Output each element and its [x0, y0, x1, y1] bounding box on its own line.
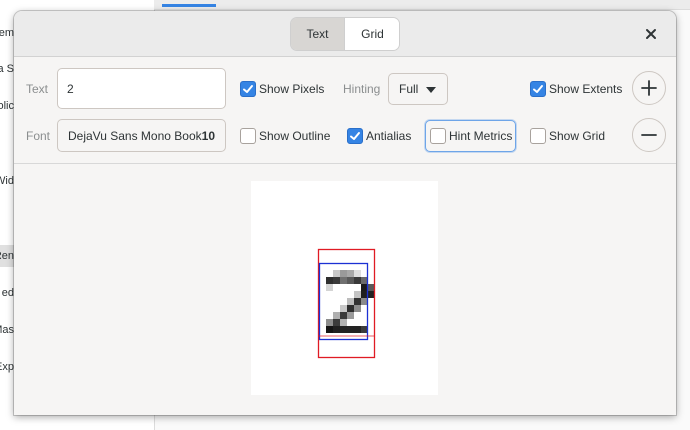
glyph-preview-area [14, 164, 676, 415]
antialias-label[interactable]: Antialias [366, 129, 411, 143]
zoom-in-button[interactable] [632, 71, 666, 105]
zoom-out-button[interactable] [632, 118, 666, 152]
background-sidebar-item: Wid [0, 175, 14, 187]
plus-icon [641, 80, 657, 96]
font-label: Font [26, 129, 51, 143]
checkmark-icon [243, 85, 253, 93]
font-chooser-button[interactable]: DejaVu Sans Mono Book 10 [57, 119, 226, 152]
hint-metrics-checkbox[interactable] [430, 128, 446, 144]
text-input[interactable]: 2 [57, 68, 226, 109]
tab-text[interactable]: Text [291, 18, 344, 50]
background-active-tab-indicator [162, 4, 216, 7]
text-label: Text [26, 82, 49, 96]
hinting-value: Full [399, 82, 419, 96]
hinting-dropdown[interactable]: Full [388, 73, 448, 105]
show-extents-checkbox[interactable] [530, 81, 546, 97]
dropdown-arrow-icon [426, 87, 436, 93]
show-grid-checkbox[interactable] [530, 128, 546, 144]
hint-metrics-label[interactable]: Hint Metrics [449, 129, 512, 143]
rendered-glyph [317, 248, 376, 359]
show-outline-checkbox[interactable] [240, 128, 256, 144]
font-name: DejaVu Sans Mono Book [68, 129, 202, 143]
show-pixels-label[interactable]: Show Pixels [259, 82, 324, 96]
show-grid-label[interactable]: Show Grid [549, 129, 605, 143]
controls-panel: Text 2 Show Pixels Hinting Full Show Ext… [14, 57, 676, 164]
background-sidebar-item: em [0, 27, 14, 39]
background-sidebar-item: ed [1, 287, 14, 299]
show-outline-label[interactable]: Show Outline [259, 129, 330, 143]
glyph-canvas [251, 181, 438, 395]
checkmark-icon [533, 85, 543, 93]
background-sidebar-item: olic [0, 100, 14, 112]
font-size: 10 [201, 129, 215, 143]
antialias-checkbox[interactable] [347, 128, 363, 144]
close-button[interactable] [640, 23, 662, 45]
background-sidebar-item: Mas [0, 324, 14, 336]
show-extents-label[interactable]: Show Extents [549, 82, 622, 96]
close-icon [646, 29, 656, 39]
font-rendering-dialog: Text Grid Text 2 Show Pixels Hinting Ful… [14, 11, 676, 415]
background-header [154, 0, 690, 10]
view-switcher: Text Grid [291, 18, 399, 50]
header-bar: Text Grid [14, 11, 676, 57]
background-sidebar-item: Ren [0, 245, 14, 267]
show-pixels-checkbox[interactable] [240, 81, 256, 97]
minus-icon [641, 134, 657, 136]
checkmark-icon [350, 132, 360, 140]
hinting-label: Hinting [343, 82, 381, 96]
text-input-value: 2 [67, 82, 74, 96]
background-sidebar-item: Exp [0, 361, 14, 373]
hint-metrics-toggle[interactable]: Hint Metrics [425, 120, 516, 152]
tab-grid[interactable]: Grid [344, 18, 399, 50]
background-sidebar-item: a S [0, 63, 14, 75]
